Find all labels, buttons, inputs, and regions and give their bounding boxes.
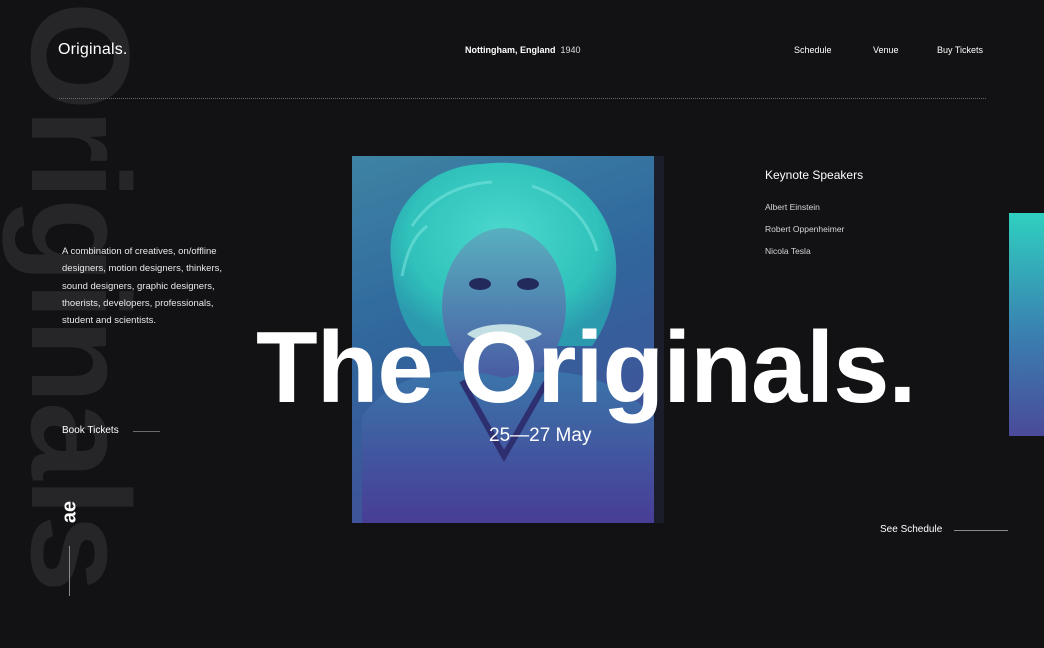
nav-schedule-link[interactable]: Schedule xyxy=(794,45,832,55)
header-divider xyxy=(59,98,986,99)
vertical-divider xyxy=(69,546,70,596)
event-location: Nottingham, England 1940 xyxy=(465,45,581,55)
brand-mark: ae xyxy=(54,500,86,528)
event-dates: 25—27 May xyxy=(489,425,592,446)
location-city: Nottingham, England xyxy=(465,45,556,55)
keynote-heading: Keynote Speakers xyxy=(765,168,864,182)
see-schedule-line xyxy=(954,530,1008,531)
hero-title: The Originals. xyxy=(256,312,916,424)
site-logo[interactable]: Originals. xyxy=(58,41,128,59)
book-tickets-link[interactable]: Book Tickets xyxy=(62,425,119,436)
speaker-item[interactable]: Nicola Tesla xyxy=(765,246,811,256)
nav-venue-link[interactable]: Venue xyxy=(873,45,899,55)
see-schedule-link[interactable]: See Schedule xyxy=(880,524,942,535)
next-slide-preview[interactable] xyxy=(1009,213,1044,436)
nav-buy-tickets-link[interactable]: Buy Tickets xyxy=(937,45,983,55)
event-description: A combination of creatives, on/offline d… xyxy=(62,246,222,327)
location-year: 1940 xyxy=(560,45,581,55)
brand-mark-text: ae xyxy=(58,500,81,524)
speaker-item[interactable]: Robert Oppenheimer xyxy=(765,224,844,234)
speaker-item[interactable]: Albert Einstein xyxy=(765,202,820,212)
book-tickets-line xyxy=(133,431,160,432)
